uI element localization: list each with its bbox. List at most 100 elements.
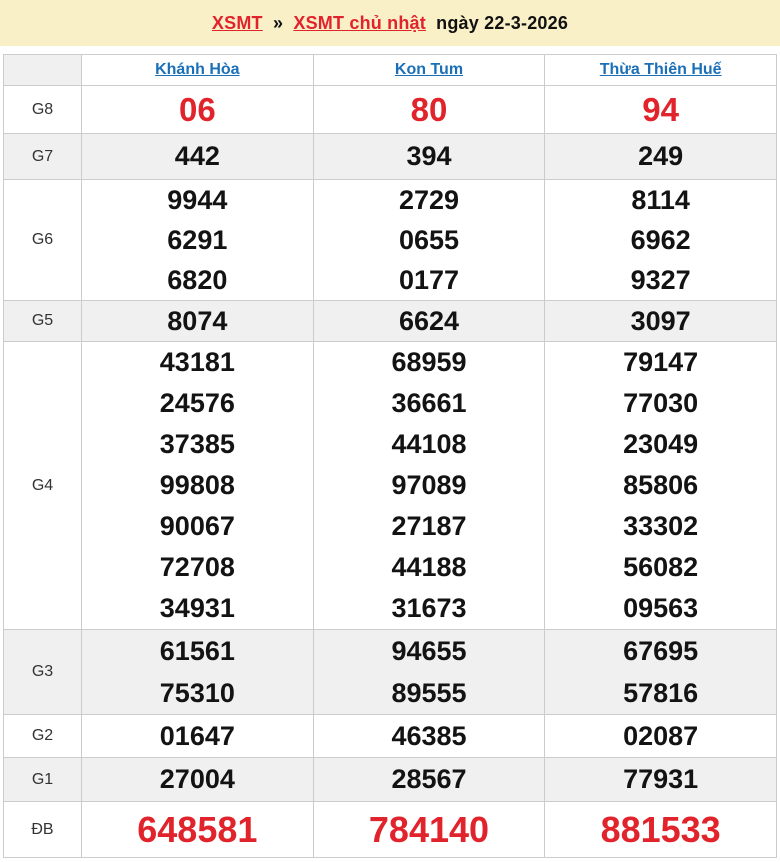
result-number: 36661: [391, 388, 467, 418]
result-number: 06: [178, 91, 216, 128]
province-link[interactable]: Khánh Hòa: [155, 61, 239, 78]
result-number: 33302: [623, 511, 699, 541]
result-number: 94655: [391, 636, 467, 666]
prize-row-g7: G7 442 394 249: [3, 133, 777, 180]
result-number: 6624: [398, 306, 460, 336]
province-link[interactable]: Thừa Thiên Huế: [600, 61, 722, 78]
result-number: 85806: [623, 470, 699, 500]
result-number: 02087: [623, 721, 699, 751]
result-cell: 28567: [312, 757, 546, 802]
result-cell: 94: [544, 85, 777, 134]
result-number: 23049: [623, 429, 699, 459]
prize-row-g4: G4 43181 24576 37385 99808 90067 72708 34931 689…: [3, 341, 777, 630]
result-cell: 79147 77030 23049 85806 33302 56082 09563: [544, 341, 777, 630]
result-cell: 2729 0655 0177: [312, 179, 546, 301]
result-cell: 01647: [81, 714, 314, 758]
result-cell: 442: [81, 133, 314, 180]
result-cell: 8074: [81, 300, 314, 342]
result-number: 6962: [630, 225, 691, 255]
prize-label: G2: [3, 714, 82, 758]
prize-row-g5: G5 8074 6624 3097: [3, 300, 777, 342]
prize-row-db: ĐB 648581 784140 881533: [3, 801, 777, 858]
result-cell: 9944 6291 6820: [81, 179, 314, 301]
result-cell: 68959 36661 44108 97089 27187 44188 31673: [312, 341, 546, 630]
result-number: 6820: [167, 265, 228, 295]
result-number: 442: [174, 141, 220, 171]
result-number: 44108: [391, 429, 467, 459]
result-number: 72708: [159, 552, 235, 582]
result-number: 68959: [391, 347, 467, 377]
result-number: 34931: [159, 593, 235, 623]
result-number: 97089: [391, 470, 467, 500]
prize-label: G5: [3, 300, 82, 342]
result-cell: 249: [544, 133, 777, 180]
result-cell: 80: [312, 85, 546, 134]
result-number: 784140: [368, 809, 490, 850]
prize-label: G8: [3, 85, 82, 134]
result-cell: 61561 75310: [81, 629, 314, 715]
weekday-link[interactable]: XSMT chủ nhật: [293, 13, 426, 33]
result-number: 77030: [623, 388, 699, 418]
result-cell: 3097: [544, 300, 777, 342]
result-number: 89555: [391, 678, 467, 708]
result-number: 67695: [623, 636, 699, 666]
result-cell: 8114 6962 9327: [544, 179, 777, 301]
result-number: 8074: [167, 306, 228, 336]
result-number: 01647: [159, 721, 235, 751]
results-body: G8 06 80 94 G7 442 394 249 G6 9944 6291 6820 2729 065…: [3, 85, 777, 858]
result-number: 9944: [167, 185, 228, 215]
result-number: 77931: [623, 764, 699, 794]
result-cell: 6624: [312, 300, 546, 342]
result-number: 249: [638, 141, 684, 171]
result-cell: 881533: [544, 801, 777, 858]
result-number: 9327: [630, 265, 691, 295]
result-number: 37385: [159, 429, 235, 459]
result-number: 90067: [159, 511, 235, 541]
prize-label: ĐB: [3, 801, 82, 858]
result-number: 6291: [167, 225, 228, 255]
result-number: 8114: [631, 185, 690, 215]
title-separator: »: [272, 12, 284, 33]
result-number: 94: [642, 91, 680, 128]
province-link[interactable]: Kon Tum: [395, 61, 463, 78]
prize-label: G7: [3, 133, 82, 180]
result-number: 79147: [623, 347, 699, 377]
prize-label: G6: [3, 179, 82, 301]
result-number: 75310: [159, 678, 235, 708]
prize-row-g3: G3 61561 75310 94655 89555 67695 57816: [3, 629, 777, 715]
result-number: 61561: [159, 636, 235, 666]
prize-row-g6: G6 9944 6291 6820 2729 0655 0177 8114 6962 9327: [3, 179, 777, 301]
result-number: 0177: [398, 265, 460, 295]
province-header: Kon Tum: [312, 54, 546, 86]
result-number: 3097: [630, 306, 691, 336]
result-cell: 06: [81, 85, 314, 134]
result-cell: 784140: [312, 801, 546, 858]
title-date: ngày 22-3-2026: [436, 12, 569, 33]
prize-row-g1: G1 27004 28567 77931: [3, 757, 777, 802]
region-link[interactable]: XSMT: [212, 13, 263, 33]
result-number: 56082: [623, 552, 699, 582]
result-number: 09563: [623, 593, 699, 623]
header-row: Khánh Hòa Kon Tum Thừa Thiên Huế: [3, 54, 777, 86]
result-cell: 02087: [544, 714, 777, 758]
result-cell: 43181 24576 37385 99808 90067 72708 34931: [81, 341, 314, 630]
result-number: 46385: [391, 721, 467, 751]
province-header: Thừa Thiên Huế: [544, 54, 777, 86]
province-header: Khánh Hòa: [81, 54, 314, 86]
result-cell: 94655 89555: [312, 629, 546, 715]
result-cell: 648581: [81, 801, 314, 858]
prize-label: G3: [3, 629, 82, 715]
prize-label: G4: [3, 341, 82, 630]
corner-cell: [3, 54, 82, 86]
result-number: 648581: [137, 809, 258, 850]
result-number: 27004: [159, 764, 235, 794]
result-cell: 77931: [544, 757, 777, 802]
result-number: 31673: [391, 593, 467, 623]
result-number: 394: [406, 141, 452, 171]
result-number: 27187: [391, 511, 467, 541]
result-cell: 67695 57816: [544, 629, 777, 715]
result-number: 0655: [398, 225, 460, 255]
page-title: XSMT » XSMT chủ nhật ngày 22-3-2026: [212, 13, 568, 34]
prize-row-g2: G2 01647 46385 02087: [3, 714, 777, 758]
result-number: 881533: [600, 809, 721, 850]
